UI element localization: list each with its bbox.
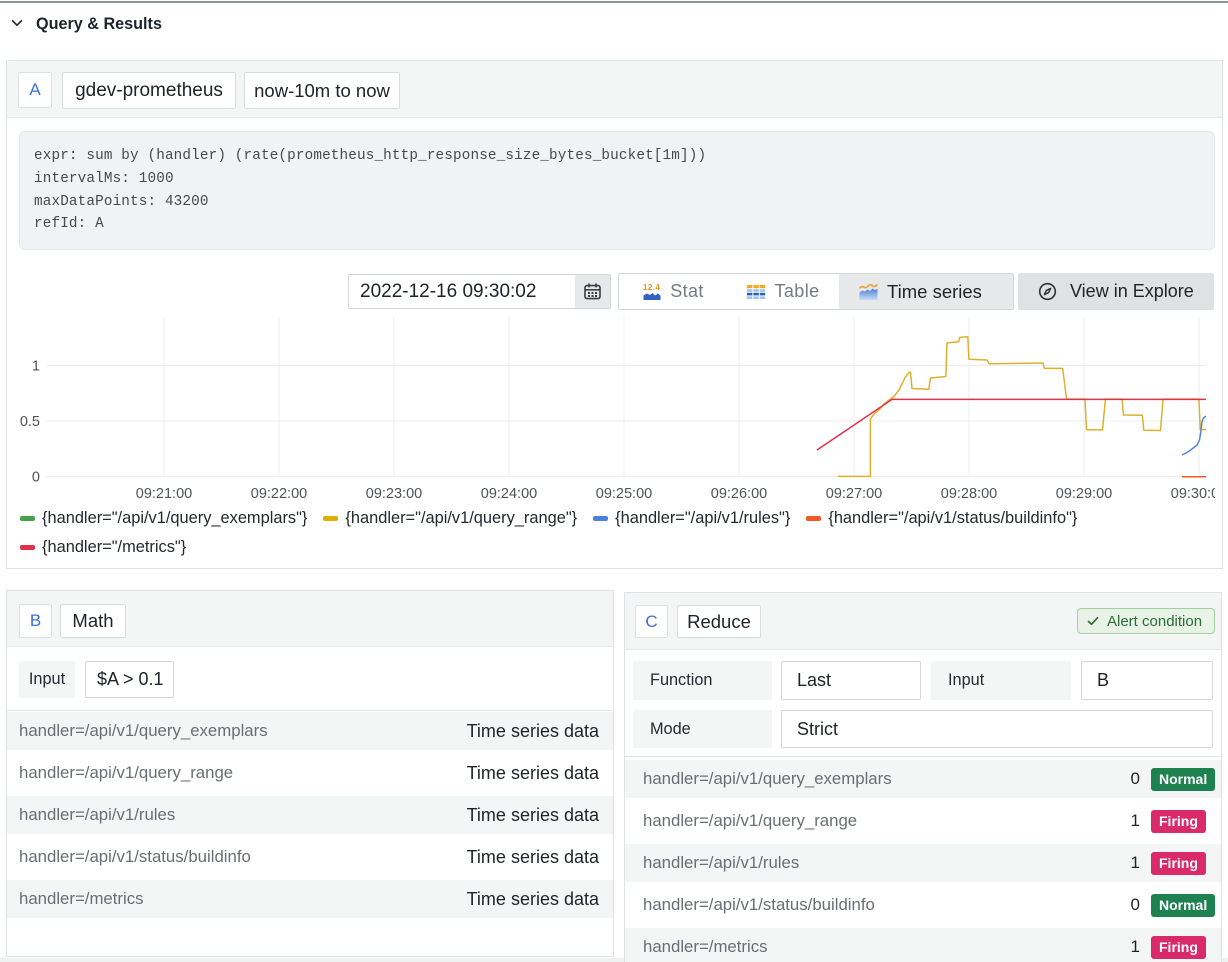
svg-text:09:28:00: 09:28:00	[941, 486, 997, 502]
svg-text:09:26:00: 09:26:00	[711, 486, 767, 502]
svg-text:09:21:00: 09:21:00	[136, 486, 192, 502]
svg-text:09:29:00: 09:29:00	[1056, 486, 1112, 502]
svg-text:09:23:00: 09:23:00	[366, 486, 422, 502]
svg-text:09:30:00: 09:30:00	[1171, 486, 1215, 502]
svg-text:0.5: 0.5	[20, 414, 40, 430]
svg-text:09:24:00: 09:24:00	[481, 486, 537, 502]
svg-text:09:27:00: 09:27:00	[826, 486, 882, 502]
svg-text:09:22:00: 09:22:00	[251, 486, 307, 502]
svg-text:09:25:00: 09:25:00	[596, 486, 652, 502]
svg-text:12.4: 12.4	[643, 283, 660, 292]
svg-text:0: 0	[32, 470, 40, 486]
svg-text:1: 1	[32, 359, 40, 375]
